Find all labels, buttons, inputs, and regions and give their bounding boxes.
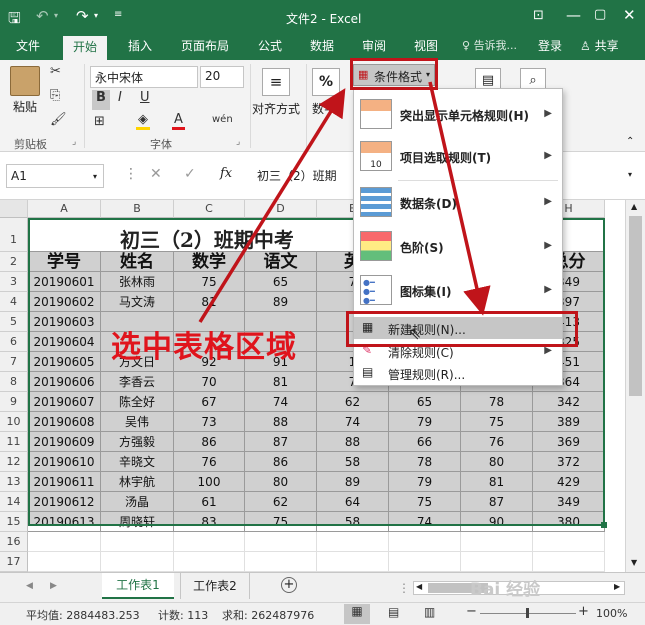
arrow-to-ribbon: [198, 88, 346, 323]
annotation-text: 选中表格区域: [111, 330, 297, 365]
mouse-cursor-icon: ⇖: [408, 324, 422, 343]
arrow-to-menu: [428, 81, 491, 316]
annotation-arrows: [198, 81, 491, 323]
